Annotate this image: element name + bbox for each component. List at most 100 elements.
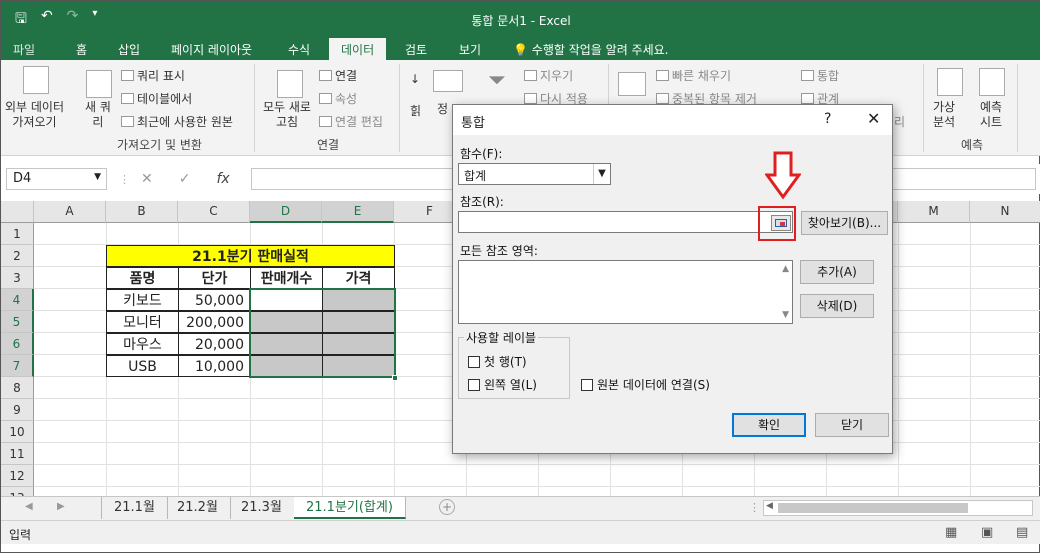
table-cell[interactable]: USB [106,355,179,377]
chevron-down-icon[interactable]: ▼ [94,172,101,182]
tab-file[interactable]: 파일 [13,41,35,58]
row-header-8[interactable]: 8 [1,377,34,399]
table-cell[interactable]: 200,000 [178,311,251,333]
row-header-5[interactable]: 5 [1,311,34,333]
header-cell-item[interactable]: 품명 [106,267,179,289]
checkbox-icon[interactable] [468,356,480,368]
name-box[interactable]: D4 ▼ [6,168,107,190]
scroll-left-icon[interactable]: ◀ [766,501,773,511]
show-queries-button[interactable]: 쿼리 표시 [121,67,185,84]
enter-icon[interactable]: ✓ [179,171,191,187]
tab-view[interactable]: 보기 [459,41,481,58]
table-cell[interactable]: 마우스 [106,333,179,355]
table-cell[interactable]: 50,000 [178,289,251,311]
table-cell[interactable]: 키보드 [106,289,179,311]
properties-button[interactable]: 속성 [319,90,357,107]
sheet-tab-1[interactable]: 21.1월 [101,497,168,519]
close-icon[interactable]: ✕ [867,109,880,128]
column-header-b[interactable]: B [106,201,178,223]
column-header-a[interactable]: A [34,201,106,223]
link-source-checkbox[interactable]: 원본 데이터에 연결(S) [581,376,710,393]
forecast-sheet-button[interactable]: 예측 시트 [980,100,1002,130]
column-header-d[interactable]: D [250,201,322,223]
edit-links-button[interactable]: 연결 편집 [319,113,383,130]
add-sheet-icon[interactable]: + [439,499,455,515]
tab-home[interactable]: 홈 [76,41,87,58]
tell-me-box[interactable]: 💡 수행할 작업을 알려 주세요. [513,41,668,58]
page-break-view-icon[interactable]: ▤ [1016,525,1028,540]
header-cell-quantity[interactable]: 판매개수 [250,267,323,289]
row-header-7[interactable]: 7 [1,355,34,377]
manage-data-model-button[interactable]: 리 [894,113,905,130]
help-icon[interactable]: ? [824,111,831,127]
scroll-right-icon[interactable]: ▶ [57,501,65,512]
tab-page-layout[interactable]: 페이지 레이아웃 [171,41,252,58]
sort-az-button[interactable]: ↓ [410,72,420,86]
get-external-data-button[interactable]: 외부 데이터 가져오기 [5,100,64,130]
new-query-button[interactable]: 새 쿼 리 [85,100,111,130]
normal-view-icon[interactable]: ▦ [945,525,957,540]
tab-data[interactable]: 데이터 [329,38,387,60]
sheet-tab-4[interactable]: 21.1분기(합계) [294,497,406,519]
row-header-12[interactable]: 12 [1,465,34,487]
top-row-checkbox[interactable]: 첫 행(T) [468,353,527,370]
function-icon[interactable]: fx [216,171,229,187]
row-header-3[interactable]: 3 [1,267,34,289]
row-header-2[interactable]: 2 [1,245,34,267]
ok-button[interactable]: 확인 [732,413,806,437]
table-cell[interactable]: 20,000 [178,333,251,355]
table-title-cell[interactable]: 21.1분기 판매실적 [106,245,395,267]
tab-formulas[interactable]: 수식 [288,41,310,58]
row-header-4[interactable]: 4 [1,289,34,311]
row-header-11[interactable]: 11 [1,443,34,465]
column-header-m[interactable]: M [898,201,970,223]
filter-icon[interactable]: ⏷ [488,68,506,93]
table-cell[interactable]: 10,000 [178,355,251,377]
scroll-left-icon[interactable]: ◀ [25,501,33,512]
tab-review[interactable]: 검토 [405,41,427,58]
refresh-all-button[interactable]: 모두 새로 고침 [263,100,311,130]
header-cell-amount[interactable]: 가격 [322,267,395,289]
all-references-list[interactable]: ▲ ▼ [458,260,793,324]
select-all-corner[interactable] [1,201,34,223]
scrollbar-thumb[interactable] [778,503,968,513]
scroll-down-icon[interactable]: ▼ [782,310,789,320]
left-column-checkbox[interactable]: 왼쪽 열(L) [468,376,537,393]
row-header-6[interactable]: 6 [1,333,34,355]
checkbox-icon[interactable] [468,379,480,391]
horizontal-scrollbar[interactable]: ◀ [763,500,1033,516]
from-table-button[interactable]: 테이블에서 [121,90,192,107]
sort-za-button[interactable]: 힑 [410,102,421,119]
recent-sources-button[interactable]: 최근에 사용한 원본 [121,113,233,130]
page-layout-view-icon[interactable]: ▣ [981,525,993,540]
sheet-tab-3[interactable]: 21.3월 [229,497,295,519]
browse-button[interactable]: 찾아보기(B)... [801,211,888,235]
header-cell-price[interactable]: 단가 [178,267,251,289]
tab-split-grip[interactable]: ⋮ [749,501,760,514]
cancel-icon[interactable]: ✕ [141,171,153,187]
column-header-c[interactable]: C [178,201,250,223]
what-if-analysis-button[interactable]: 가상 분석 [933,100,955,130]
function-select[interactable]: 합계 ▼ [458,163,611,185]
chevron-down-icon[interactable]: ▼ [593,164,610,184]
column-header-n[interactable]: N [970,201,1040,223]
sort-button[interactable]: 정 [437,100,448,117]
checkbox-icon[interactable] [581,379,593,391]
row-header-9[interactable]: 9 [1,399,34,421]
tab-insert[interactable]: 삽입 [118,41,140,58]
flash-fill-button[interactable]: 빠른 채우기 [656,67,731,84]
table-cell[interactable]: 모니터 [106,311,179,333]
row-header-1[interactable]: 1 [1,223,34,245]
scroll-up-icon[interactable]: ▲ [782,264,789,274]
consolidate-button[interactable]: 통합 [801,67,839,84]
sheet-tab-2[interactable]: 21.2월 [165,497,231,519]
fill-handle[interactable] [392,375,398,381]
column-header-e[interactable]: E [322,201,394,223]
row-header-13[interactable]: 13 [1,487,34,496]
add-button[interactable]: 추가(A) [800,260,874,284]
close-button[interactable]: 닫기 [815,413,889,437]
clear-button[interactable]: 지우기 [524,67,573,84]
reference-input[interactable] [458,211,793,233]
delete-button[interactable]: 삭제(D) [800,294,874,318]
row-header-10[interactable]: 10 [1,421,34,443]
